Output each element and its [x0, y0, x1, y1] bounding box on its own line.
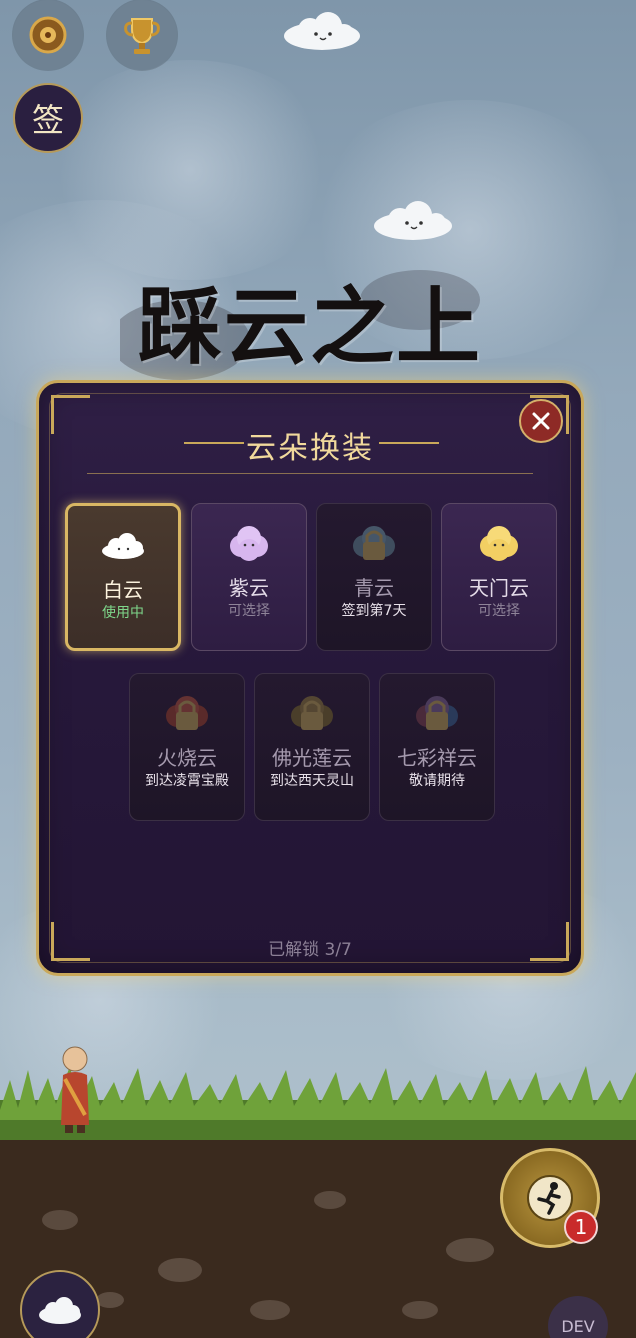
sign-in-button[interactable]: 签 [13, 83, 83, 153]
cloud-preview [380, 692, 494, 736]
locked-cloud-icon [166, 696, 208, 730]
cloud-name: 白云 [103, 578, 143, 602]
white-cloud-icon [102, 533, 144, 559]
cloud-unlock-condition: 到达西天灵山 [270, 773, 354, 789]
monk-character [61, 1046, 89, 1133]
cloud-icon [39, 1297, 81, 1324]
cloud-name: 青云 [354, 576, 394, 600]
cloud-card-fire[interactable]: 火烧云 到达凌霄宝殿 [129, 673, 245, 821]
game-title-art: 踩云之上 [120, 260, 500, 400]
cloud-card-heavengate[interactable]: 天门云 可选择 [441, 503, 557, 651]
smiling-cloud-icon [284, 12, 360, 50]
cloud-name: 火烧云 [157, 746, 217, 770]
cloud-preview [68, 524, 178, 568]
smiling-cloud-icon [374, 201, 452, 240]
cloud-status: 使用中 [102, 605, 144, 621]
trophy-button[interactable] [107, 0, 177, 70]
purple-cloud-icon [230, 526, 268, 561]
cloud-name: 天门云 [469, 576, 529, 600]
cloud-skin-modal: 云朵换装 白云 使用中 紫云 可选择 青云 签到第7天 天门云 可选择 火烧云 … [36, 380, 584, 976]
cloud-unlock-condition: 敬请期待 [409, 773, 465, 789]
cloud-status: 可选择 [228, 603, 270, 619]
modal-divider [87, 473, 533, 474]
cloud-preview [317, 522, 431, 566]
cloud-preview [192, 522, 306, 566]
cloud-name: 七彩祥云 [397, 746, 477, 770]
cloud-preview [255, 692, 369, 736]
cloud-card-cyan[interactable]: 青云 签到第7天 [316, 503, 432, 651]
cloud-card-white[interactable]: 白云 使用中 [65, 503, 181, 651]
locked-cloud-icon [291, 696, 333, 730]
cloud-preview [442, 522, 556, 566]
trophy-icon [124, 18, 160, 54]
compass-button[interactable] [13, 0, 83, 70]
cloud-unlock-condition: 签到第7天 [341, 603, 407, 619]
close-button[interactable] [519, 399, 563, 443]
cloud-card-rainbow[interactable]: 七彩祥云 敬请期待 [379, 673, 495, 821]
cloud-name: 佛光莲云 [272, 746, 352, 770]
locked-cloud-icon [416, 696, 458, 730]
sign-in-label: 签 [31, 101, 64, 139]
compass-icon [29, 16, 67, 54]
modal-title: 云朵换装 [246, 431, 374, 466]
cloud-card-buddha-lotus[interactable]: 佛光莲云 到达西天灵山 [254, 673, 370, 821]
notification-badge: 1 [564, 1210, 598, 1244]
game-title: 踩云之上 [137, 277, 482, 376]
locked-cloud-icon [353, 526, 395, 560]
cloud-name: 紫云 [229, 576, 269, 600]
cloud-unlock-condition: 到达凌霄宝殿 [145, 773, 229, 789]
cloud-preview [130, 692, 244, 736]
close-icon [532, 412, 550, 430]
golden-cloud-icon [480, 526, 518, 561]
cloud-status: 可选择 [478, 603, 520, 619]
cloud-card-purple[interactable]: 紫云 可选择 [191, 503, 307, 651]
unlocked-count: 已解锁 3/7 [268, 940, 352, 960]
dev-label: DEV [561, 1316, 595, 1336]
